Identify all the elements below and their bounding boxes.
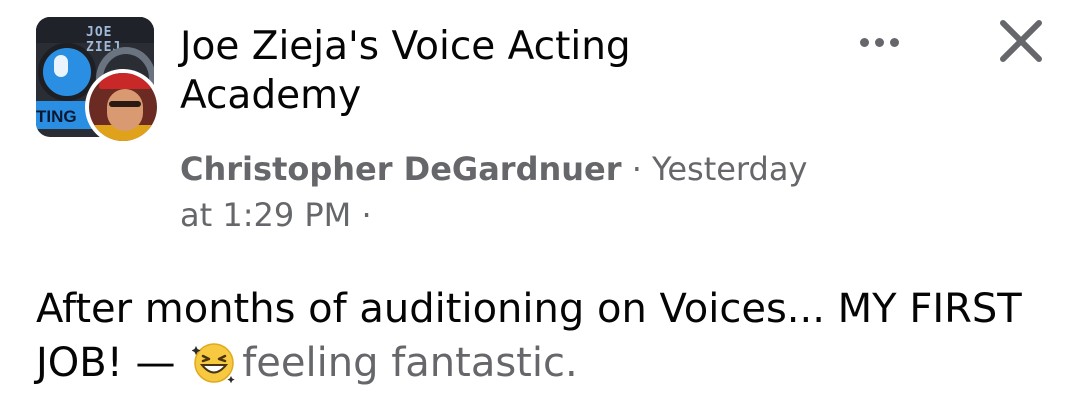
- author-photo-face: [107, 89, 143, 131]
- group-logo-strip-text: TING: [36, 107, 77, 126]
- close-button[interactable]: [994, 14, 1048, 68]
- feeling-text[interactable]: feeling fantastic.: [242, 340, 577, 386]
- more-options-dot: [874, 37, 884, 47]
- author-photo-hat: [99, 73, 151, 89]
- meta-trailing-separator: ·: [351, 196, 372, 234]
- feeling-dash: —: [122, 340, 189, 386]
- more-options-dot: [889, 37, 899, 47]
- author-photo-glasses: [109, 101, 141, 107]
- more-options-button[interactable]: [852, 22, 906, 62]
- post-body: After months of auditioning on Voices...…: [36, 282, 1046, 390]
- author-photo: [89, 73, 157, 141]
- microphone-icon: [54, 55, 68, 77]
- more-options-icon: [859, 37, 899, 47]
- group-name-link[interactable]: Joe Zieja's Voice Acting Academy: [180, 22, 820, 120]
- author-name-link[interactable]: Christopher DeGardnuer: [180, 150, 622, 188]
- feeling-activity: — feeling fantastic.: [122, 340, 577, 386]
- close-icon: [1000, 20, 1042, 62]
- more-options-dot: [859, 37, 869, 47]
- author-avatar[interactable]: [85, 69, 161, 145]
- grinning-squinting-face-icon: [192, 343, 235, 384]
- meta-separator: ·: [621, 150, 653, 188]
- post-meta: Christopher DeGardnuer · Yesterday at 1:…: [180, 146, 840, 238]
